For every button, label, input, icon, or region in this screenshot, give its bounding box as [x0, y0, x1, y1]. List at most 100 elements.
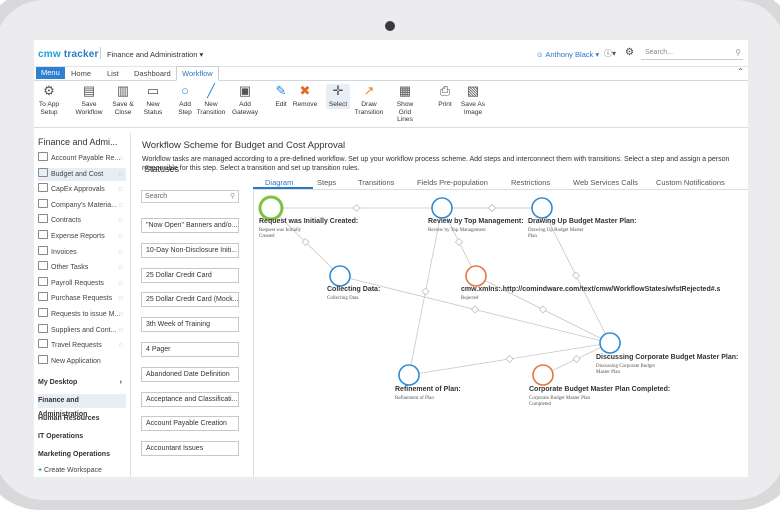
transition-handle[interactable]: [454, 237, 464, 247]
tab-list[interactable]: List: [107, 68, 119, 79]
statuses-search-input[interactable]: Search ⚲: [141, 190, 239, 203]
status-item[interactable]: Accountant Issues: [141, 441, 239, 457]
sidebar-item[interactable]: Account Payable Re... ☆: [38, 152, 126, 165]
favorite-icon[interactable]: ☆: [118, 277, 124, 290]
new-status-button[interactable]: ▭ New Status: [138, 84, 168, 116]
tab-restrictions[interactable]: Restrictions: [511, 178, 550, 187]
new-transition-button[interactable]: ╱ New Transition: [196, 84, 226, 116]
favorite-icon[interactable]: ☆: [118, 324, 124, 337]
new-app-icon: [38, 354, 48, 364]
help-icon[interactable]: ⓘ▾: [604, 48, 616, 59]
status-item[interactable]: 3th Week of Training: [141, 317, 239, 333]
transition-handle[interactable]: [470, 305, 480, 314]
save-button[interactable]: ▤ Save Workflow: [74, 84, 104, 116]
workflow-step-node[interactable]: [398, 364, 420, 386]
tab-web-services-calls[interactable]: Web Services Calls: [573, 178, 638, 187]
sidebar-item[interactable]: Purchase Requests ☆: [38, 292, 126, 305]
favorite-icon[interactable]: ☆: [118, 292, 124, 305]
sidebar-item[interactable]: Company's Materia... ☆: [38, 198, 126, 212]
remove-button[interactable]: ✖ Remove: [290, 84, 320, 109]
workflow-step-node[interactable]: [531, 197, 553, 219]
sidebar-item[interactable]: Payroll Requests ☆: [38, 276, 126, 290]
sidebar-item[interactable]: Other Tasks ☆: [38, 261, 126, 274]
collapse-ribbon-icon[interactable]: ⌃: [737, 67, 744, 76]
add-gateway-button[interactable]: ▣ Add Gateway: [230, 84, 260, 116]
sidebar-item[interactable]: Suppliers and Cont... ☆: [38, 323, 126, 337]
transition-handle[interactable]: [487, 203, 497, 213]
sidebar-item[interactable]: Invoices ☆: [38, 245, 126, 259]
menu-button[interactable]: Menu: [36, 67, 65, 79]
save-icon: ▤: [82, 83, 96, 98]
sidebar-item[interactable]: Contracts ☆: [38, 214, 126, 227]
transition-handle[interactable]: [421, 287, 430, 296]
tab-fields-pre-population[interactable]: Fields Pre-population: [417, 178, 488, 187]
create-workspace-link[interactable]: + Create Workspace: [38, 467, 102, 474]
tab-steps[interactable]: Steps: [317, 178, 336, 187]
workflow-step-node[interactable]: [329, 265, 351, 287]
sidebar-section[interactable]: Human Resources: [38, 412, 126, 426]
draw-transition-button[interactable]: ↗ Draw Transition: [354, 84, 384, 116]
sidebar-item[interactable]: Requests to issue M... ☆: [38, 308, 126, 321]
favorite-icon[interactable]: ☆: [118, 214, 124, 227]
app-logo[interactable]: cmw tracker: [38, 49, 99, 60]
transition-handle[interactable]: [571, 271, 581, 280]
favorite-icon[interactable]: ☆: [118, 199, 124, 212]
step-description: Drawing Up Budget Master Plan: [528, 228, 584, 239]
sidebar-section[interactable]: My Desktop ›: [38, 376, 126, 390]
status-item[interactable]: 25 Dollar Credit Card: [141, 267, 239, 283]
favorite-icon[interactable]: ☆: [118, 230, 124, 243]
workflow-step-node[interactable]: [532, 364, 554, 386]
workflow-step-node[interactable]: [599, 332, 621, 354]
save-close-button[interactable]: ▥ Save & Close: [108, 84, 138, 116]
transition-handle[interactable]: [538, 305, 548, 314]
favorite-icon[interactable]: ☆: [118, 246, 124, 259]
favorite-icon[interactable]: ☆: [118, 168, 124, 181]
status-item[interactable]: 10-Day Non-Disclosure Initi...: [141, 242, 239, 258]
sidebar-item[interactable]: CapEx Approvals ☆: [38, 183, 126, 196]
workflow-step-node[interactable]: [258, 195, 284, 221]
tab-workflow[interactable]: Workflow: [176, 66, 219, 81]
transition-handle[interactable]: [352, 203, 361, 213]
workflow-step-node[interactable]: [465, 265, 487, 287]
status-item[interactable]: Acceptance and Classificati...: [141, 391, 239, 407]
app-icon: [38, 323, 48, 333]
tab-diagram[interactable]: Diagram: [265, 178, 293, 187]
status-item[interactable]: 25 Dollar Credit Card (Mock...: [141, 292, 239, 308]
sidebar-section[interactable]: IT Operations: [38, 430, 126, 444]
sidebar-item[interactable]: New Application: [38, 354, 126, 368]
tab-custom-notifications[interactable]: Custom Notifications: [656, 178, 725, 187]
global-search-input[interactable]: Search... ⚲: [641, 48, 743, 60]
status-item[interactable]: Account Payable Creation: [141, 416, 239, 432]
print-button[interactable]: ⎙ Print: [430, 84, 460, 109]
transition-handle[interactable]: [572, 354, 581, 364]
status-item[interactable]: Abandoned Date Definition: [141, 366, 239, 382]
favorite-icon[interactable]: ☆: [118, 183, 124, 196]
tab-transitions[interactable]: Transitions: [358, 178, 394, 187]
workspace-selector[interactable]: Finance and Administration ▾: [107, 50, 203, 59]
transition-handle[interactable]: [505, 354, 514, 364]
step-label: Collecting Data:: [327, 286, 381, 293]
sidebar-item[interactable]: Travel Requests ☆: [38, 339, 126, 352]
select-button[interactable]: ✛ Select: [326, 84, 350, 109]
favorite-icon[interactable]: ☆: [118, 339, 124, 352]
app-icon: [38, 230, 48, 239]
workflow-step-node[interactable]: [431, 197, 453, 219]
gears-button[interactable]: ⚙ To App Setup: [36, 84, 62, 116]
tab-dashboard[interactable]: Dashboard: [134, 68, 171, 79]
diagram-canvas[interactable]: Request was Initially Created: Request wa…: [253, 190, 748, 477]
user-menu[interactable]: ☺ Anthony Black ▾: [536, 50, 599, 59]
step-label: Review by Top Management:: [428, 218, 524, 225]
sidebar-item[interactable]: Expense Reports ☆: [38, 230, 126, 243]
sidebar-section[interactable]: Marketing Operations: [38, 448, 126, 462]
tab-home[interactable]: Home: [71, 68, 91, 79]
status-item[interactable]: "Now Open" Banners and/o...: [141, 218, 239, 233]
favorite-icon[interactable]: ☆: [118, 261, 124, 274]
favorite-icon[interactable]: ☆: [118, 152, 124, 165]
sidebar-item[interactable]: Budget and Cost ☆: [38, 167, 126, 181]
favorite-icon[interactable]: ☆: [118, 308, 124, 321]
gear-icon[interactable]: ⚙: [625, 47, 634, 58]
sidebar-section[interactable]: Finance and Administration: [38, 394, 126, 418]
save-image-button[interactable]: ▧ Save As Image: [458, 84, 488, 116]
status-item[interactable]: 4 Pager: [141, 342, 239, 357]
grid-button[interactable]: ▦ Show Grid Lines: [390, 84, 420, 124]
